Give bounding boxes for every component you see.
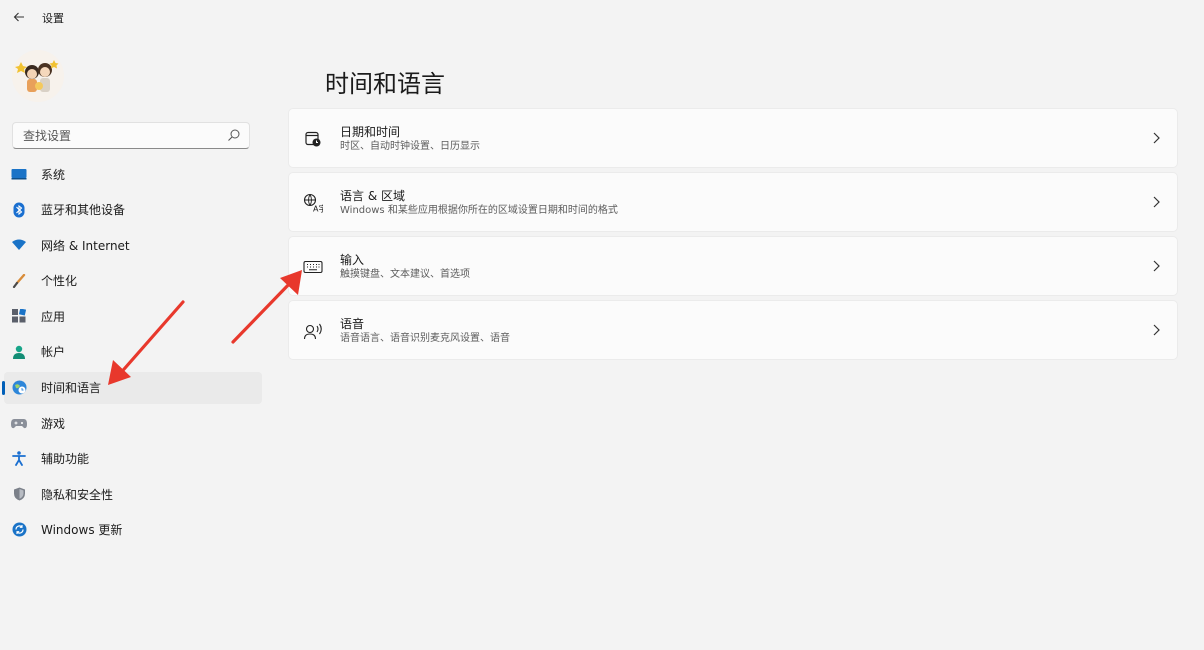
sidebar-item-time-language[interactable]: 时间和语言	[2, 371, 262, 404]
brush-icon	[11, 273, 27, 289]
sidebar-item-apps[interactable]: 应用	[4, 300, 262, 332]
sidebar-item-label: 隐私和安全性	[41, 487, 114, 502]
svg-text:A字: A字	[313, 204, 323, 214]
card-title: 输入	[340, 253, 365, 267]
sidebar-item-label: 系统	[41, 167, 66, 182]
settings-card-list: 日期和时间 时区、自动时钟设置、日历显示 A字 语言 & 区域 Windows …	[288, 108, 1178, 364]
sidebar-item-personalization[interactable]: 个性化	[4, 265, 262, 297]
search-box[interactable]	[12, 122, 250, 149]
shield-icon	[11, 486, 27, 502]
sidebar-item-label: 时间和语言	[41, 381, 102, 396]
page-title: 时间和语言	[325, 70, 445, 98]
chevron-right-icon	[1153, 260, 1160, 272]
card-language-region[interactable]: A字 语言 & 区域 Windows 和某些应用根据你所在的区域设置日期和时间的…	[288, 172, 1178, 232]
update-icon	[11, 522, 27, 538]
sidebar-item-label: 辅助功能	[41, 452, 90, 467]
card-title: 日期和时间	[340, 125, 401, 139]
sidebar-item-windows-update[interactable]: Windows 更新	[4, 514, 262, 546]
card-subtitle: 时区、自动时钟设置、日历显示	[340, 141, 480, 152]
avatar[interactable]	[12, 50, 64, 102]
card-title: 语言 & 区域	[340, 189, 405, 203]
sidebar-item-label: 个性化	[41, 274, 78, 289]
selection-indicator	[2, 380, 5, 395]
language-icon: A字	[303, 193, 323, 213]
sidebar-item-label: 帐户	[41, 345, 66, 360]
sidebar-item-system[interactable]: 系统	[4, 158, 262, 190]
calendar-clock-icon	[303, 129, 323, 149]
card-date-time[interactable]: 日期和时间 时区、自动时钟设置、日历显示	[288, 108, 1178, 168]
sidebar-item-accounts[interactable]: 帐户	[4, 336, 262, 368]
card-subtitle: 触摸键盘、文本建议、首选项	[340, 269, 470, 280]
chevron-right-icon	[1153, 196, 1160, 208]
card-typing[interactable]: 输入 触摸键盘、文本建议、首选项	[288, 236, 1178, 296]
speech-icon	[303, 321, 323, 341]
card-subtitle: Windows 和某些应用根据你所在的区域设置日期和时间的格式	[340, 205, 618, 216]
sidebar-item-privacy[interactable]: 隐私和安全性	[4, 478, 262, 510]
globe-clock-icon	[11, 380, 27, 396]
gamepad-icon	[11, 415, 27, 431]
back-button[interactable]	[8, 6, 30, 28]
card-subtitle: 语音语言、语音识别麦克风设置、语音	[340, 333, 510, 344]
sidebar-item-gaming[interactable]: 游戏	[4, 407, 262, 439]
avatar-image	[12, 50, 64, 102]
search-input[interactable]	[23, 128, 223, 143]
arrow-left-icon	[13, 12, 24, 22]
sidebar-item-label: 游戏	[41, 416, 66, 431]
chevron-right-icon	[1153, 132, 1160, 144]
apps-icon	[11, 308, 27, 324]
sidebar-item-label: Windows 更新	[41, 523, 123, 538]
sidebar-item-label: 蓝牙和其他设备	[41, 203, 126, 218]
app-title: 设置	[42, 12, 64, 25]
sidebar-nav: 系统 蓝牙和其他设备 网络 & Internet 个性化 应用 帐户 时间和语言…	[0, 158, 262, 550]
sidebar-item-label: 网络 & Internet	[41, 238, 130, 253]
wifi-icon	[11, 237, 27, 253]
card-title: 语音	[340, 317, 365, 331]
sidebar-item-label: 应用	[41, 309, 66, 324]
keyboard-icon	[303, 257, 323, 277]
chevron-right-icon	[1153, 324, 1160, 336]
sidebar-item-network[interactable]: 网络 & Internet	[4, 229, 262, 261]
bluetooth-icon	[11, 202, 27, 218]
search-icon[interactable]	[227, 128, 241, 142]
title-bar: 设置	[0, 0, 1204, 34]
sidebar-item-bluetooth[interactable]: 蓝牙和其他设备	[4, 194, 262, 226]
sidebar-item-accessibility[interactable]: 辅助功能	[4, 443, 262, 475]
person-icon	[11, 344, 27, 360]
monitor-icon	[11, 166, 27, 182]
card-speech[interactable]: 语音 语音语言、语音识别麦克风设置、语音	[288, 300, 1178, 360]
accessibility-icon	[11, 451, 27, 467]
